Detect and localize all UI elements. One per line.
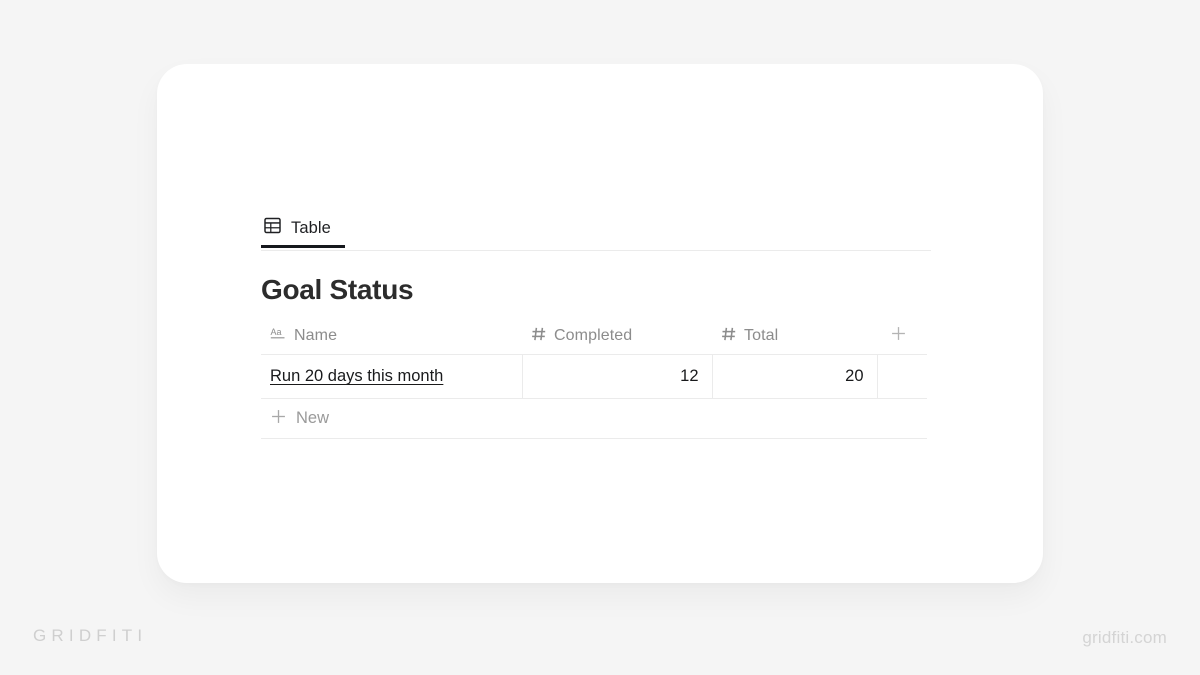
plus-icon [270, 408, 287, 430]
new-row-label: New [296, 409, 330, 427]
new-row-button[interactable]: New [261, 399, 927, 439]
cell-value: 12 [680, 367, 699, 385]
plus-icon [890, 325, 907, 347]
add-column-header[interactable] [877, 318, 927, 355]
table-row[interactable]: Run 20 days this month 12 20 [261, 354, 927, 399]
svg-text:Aa: Aa [270, 327, 281, 337]
database-table: Aa Name Completed Total Run 20 days this… [261, 318, 927, 399]
notion-card: Table Goal Status Aa Name Completed Tota… [157, 64, 1043, 583]
notion-content: Table Goal Status Aa Name Completed Tota… [261, 208, 931, 439]
column-header-label: Total [744, 327, 779, 344]
number-property-icon [721, 326, 737, 347]
cell-value: 20 [845, 367, 864, 385]
view-tabbar: Table [261, 208, 931, 251]
table-header: Aa Name Completed Total [261, 318, 927, 355]
row-title-link[interactable]: Run 20 days this month [261, 367, 443, 386]
cell-name[interactable]: Run 20 days this month [261, 354, 523, 399]
tab-table[interactable]: Table [261, 208, 345, 248]
table-icon [263, 216, 282, 240]
table-header-row: Aa Name Completed Total [261, 318, 927, 355]
number-property-icon [531, 326, 547, 347]
column-header-completed[interactable]: Completed [522, 318, 712, 355]
tab-label: Table [291, 218, 331, 237]
cell-completed[interactable]: 12 [522, 354, 713, 399]
site-watermark: gridfiti.com [1082, 628, 1167, 647]
table-body: Run 20 days this month 12 20 [261, 354, 927, 399]
column-header-name[interactable]: Aa Name [261, 318, 522, 355]
text-property-icon: Aa [270, 326, 287, 346]
column-header-total[interactable]: Total [712, 318, 877, 355]
column-header-label: Name [294, 327, 338, 344]
cell-empty-spacer [877, 354, 927, 399]
page-title: Goal Status [261, 274, 414, 305]
column-header-label: Completed [554, 327, 633, 344]
brand-watermark: GRIDFITI [33, 626, 148, 645]
cell-total[interactable]: 20 [712, 354, 878, 399]
